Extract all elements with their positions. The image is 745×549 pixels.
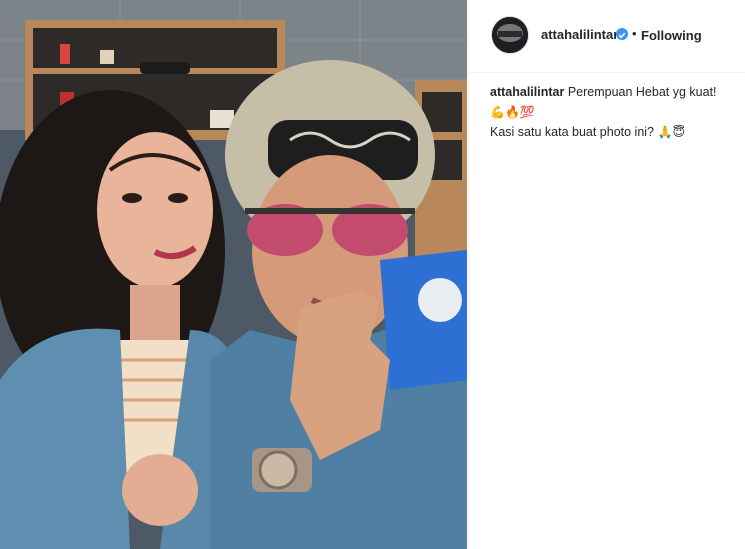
caption-username[interactable]: attahalilintar bbox=[490, 85, 564, 99]
caption-emojis-1: 💪🔥💯 bbox=[490, 105, 535, 119]
caption-line-1: Perempuan Hebat yg kuat! bbox=[567, 85, 717, 99]
verified-badge-icon bbox=[616, 28, 628, 40]
following-button[interactable]: Following bbox=[641, 28, 702, 43]
header-separator: • bbox=[632, 26, 637, 41]
caption-line-2: Kasi satu kata buat photo ini? bbox=[490, 125, 655, 139]
post-username[interactable]: attahalilintar bbox=[541, 27, 618, 42]
post-sidebar: attahalilintar • Following attahalilinta… bbox=[468, 0, 745, 549]
post-caption: attahalilintar Perempuan Hebat yg kuat! … bbox=[490, 82, 730, 142]
profile-avatar[interactable] bbox=[491, 16, 529, 54]
photo-illustration bbox=[0, 0, 467, 549]
post-photo[interactable] bbox=[0, 0, 467, 549]
caption-emojis-2: 🙏😇 bbox=[657, 125, 685, 139]
avatar-image bbox=[492, 17, 528, 53]
post-header: attahalilintar • Following bbox=[469, 0, 745, 73]
